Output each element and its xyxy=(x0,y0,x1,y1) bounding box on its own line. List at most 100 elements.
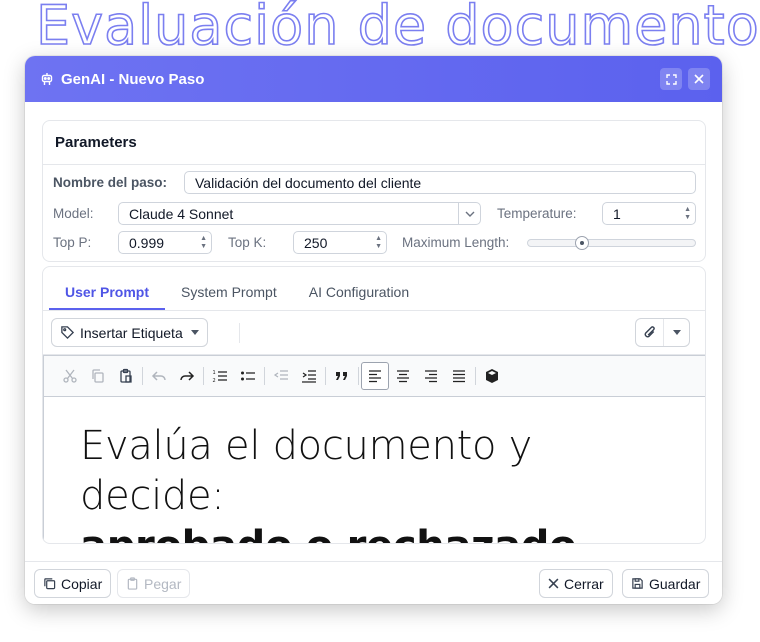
toolbar-separator xyxy=(325,367,326,385)
prompt-editor-card: User Prompt System Prompt AI Configurati… xyxy=(42,266,706,544)
dialog-titlebar: GenAI - Nuevo Paso xyxy=(25,56,722,102)
paperclip-icon xyxy=(644,326,655,338)
toolbar-separator xyxy=(475,367,476,385)
genai-dialog: GenAI - Nuevo Paso Parameters Nombre del… xyxy=(25,56,722,604)
close-label: Cerrar xyxy=(564,575,604,592)
copy-icon xyxy=(44,578,56,590)
justify-icon[interactable] xyxy=(445,362,473,390)
copy-icon[interactable] xyxy=(84,362,112,390)
paste-icon xyxy=(127,577,138,590)
maximize-button[interactable] xyxy=(660,68,682,90)
step-name-input[interactable]: Validación del documento del cliente xyxy=(184,171,696,194)
paste-label: Pegar xyxy=(144,575,182,592)
redo-icon[interactable] xyxy=(173,362,201,390)
max-length-label: Maximum Length: xyxy=(402,235,510,250)
max-length-slider-thumb[interactable] xyxy=(575,235,589,250)
source-icon[interactable] xyxy=(478,362,506,390)
background-title: Evaluación de documento xyxy=(35,0,760,58)
top-p-value: 0.999 xyxy=(129,234,165,251)
model-select[interactable]: Claude 4 Sonnet xyxy=(118,202,481,225)
svg-text:2: 2 xyxy=(213,378,216,384)
close-button[interactable]: Cerrar xyxy=(539,569,613,598)
temperature-label: Temperature: xyxy=(497,206,577,221)
toolbar-separator xyxy=(264,367,265,385)
attach-dropdown-toggle[interactable] xyxy=(664,330,689,335)
dialog-title: GenAI - Nuevo Paso xyxy=(61,70,205,88)
robot-icon xyxy=(41,73,53,85)
align-left-icon[interactable] xyxy=(361,362,389,390)
toolbar-separator xyxy=(358,367,359,385)
svg-text:1: 1 xyxy=(213,370,216,376)
model-value: Claude 4 Sonnet xyxy=(129,205,234,222)
close-dialog-button[interactable] xyxy=(688,68,710,90)
copy-button[interactable]: Copiar xyxy=(34,569,112,598)
spin-up-icon: ▲ xyxy=(200,234,207,242)
sampling-row: Top P: 0.999 ▲ ▼ Top K: 250 ▲ ▼ Maximum Le… xyxy=(53,231,696,254)
rich-text-frame: 12 Evalúa el documento y decide: xyxy=(43,355,705,543)
top-k-spinner[interactable]: ▲ ▼ xyxy=(371,235,382,251)
spin-down-icon: ▼ xyxy=(200,242,207,250)
caret-down-icon xyxy=(191,330,199,335)
step-name-value: Validación del documento del cliente xyxy=(195,174,422,191)
parameters-panel: Parameters Nombre del paso: Validación d… xyxy=(42,120,706,262)
step-name-label: Nombre del paso: xyxy=(53,175,168,190)
model-label: Model: xyxy=(53,206,94,221)
indent-icon[interactable] xyxy=(295,362,323,390)
caret-down-icon xyxy=(672,330,681,335)
toolbar-separator xyxy=(203,367,204,385)
attach-split-button[interactable] xyxy=(635,318,690,347)
prompt-line-2: aprobado o rechazado si... xyxy=(80,521,670,543)
cut-icon[interactable] xyxy=(56,362,84,390)
undo-icon[interactable] xyxy=(145,362,173,390)
top-k-stepper[interactable]: 250 ▲ ▼ xyxy=(293,231,387,254)
insert-tag-label: Insertar Etiqueta xyxy=(80,324,183,341)
step-name-row: Nombre del paso: Validación del document… xyxy=(53,171,696,194)
temperature-value: 1 xyxy=(613,205,621,222)
temperature-spinner[interactable]: ▲ ▼ xyxy=(680,206,691,222)
close-icon xyxy=(548,578,559,589)
dialog-footer: Copiar Pegar Cerrar Guardar xyxy=(25,561,722,604)
outdent-icon[interactable] xyxy=(267,362,295,390)
copy-label: Copiar xyxy=(61,575,103,592)
bullet-list-icon[interactable] xyxy=(234,362,262,390)
spin-down-icon: ▼ xyxy=(684,213,691,221)
align-right-icon[interactable] xyxy=(417,362,445,390)
top-k-value: 250 xyxy=(304,234,328,251)
parameters-heading: Parameters xyxy=(43,121,705,165)
top-p-stepper[interactable]: 0.999 ▲ ▼ xyxy=(118,231,212,254)
tag-toolbar: Insertar Etiqueta xyxy=(43,311,705,355)
editor-toolbar: 12 xyxy=(44,356,705,397)
paste-button[interactable]: Pegar xyxy=(117,569,191,598)
spin-down-icon: ▼ xyxy=(375,242,382,250)
save-button[interactable]: Guardar xyxy=(622,569,710,598)
tag-icon xyxy=(61,326,75,340)
top-p-label: Top P: xyxy=(53,235,92,250)
paste-icon[interactable] xyxy=(112,362,140,390)
close-icon xyxy=(694,74,704,84)
rich-text-editor: 12 Evalúa el documento y decide: xyxy=(43,355,705,543)
attach-button[interactable] xyxy=(636,319,664,346)
ordered-list-icon[interactable]: 12 xyxy=(206,362,234,390)
prompt-text-area[interactable]: Evalúa el documento y decide: aprobado o… xyxy=(44,397,705,543)
temperature-stepper[interactable]: 1 ▲ ▼ xyxy=(602,202,696,225)
save-icon xyxy=(632,578,643,589)
spin-up-icon: ▲ xyxy=(375,234,382,242)
max-length-slider[interactable] xyxy=(527,235,696,250)
model-dropdown-toggle[interactable] xyxy=(458,203,480,224)
insert-tag-button[interactable]: Insertar Etiqueta xyxy=(51,318,208,347)
maximize-icon xyxy=(665,73,677,85)
tab-user-prompt[interactable]: User Prompt xyxy=(49,284,166,310)
top-k-label: Top K: xyxy=(228,235,267,250)
chevron-down-icon xyxy=(465,211,474,217)
tab-ai-configuration[interactable]: AI Configuration xyxy=(293,284,425,310)
prompt-tabs: User Prompt System Prompt AI Configurati… xyxy=(43,267,705,311)
quote-icon[interactable] xyxy=(328,362,356,390)
toolbar-separator xyxy=(142,367,143,385)
save-label: Guardar xyxy=(649,575,701,592)
prompt-line-1: Evalúa el documento y decide: xyxy=(80,423,532,519)
top-p-spinner[interactable]: ▲ ▼ xyxy=(196,235,207,251)
toolbar-divider xyxy=(239,323,240,343)
tab-system-prompt[interactable]: System Prompt xyxy=(165,284,293,310)
align-center-icon[interactable] xyxy=(389,362,417,390)
spin-up-icon: ▲ xyxy=(684,205,691,213)
